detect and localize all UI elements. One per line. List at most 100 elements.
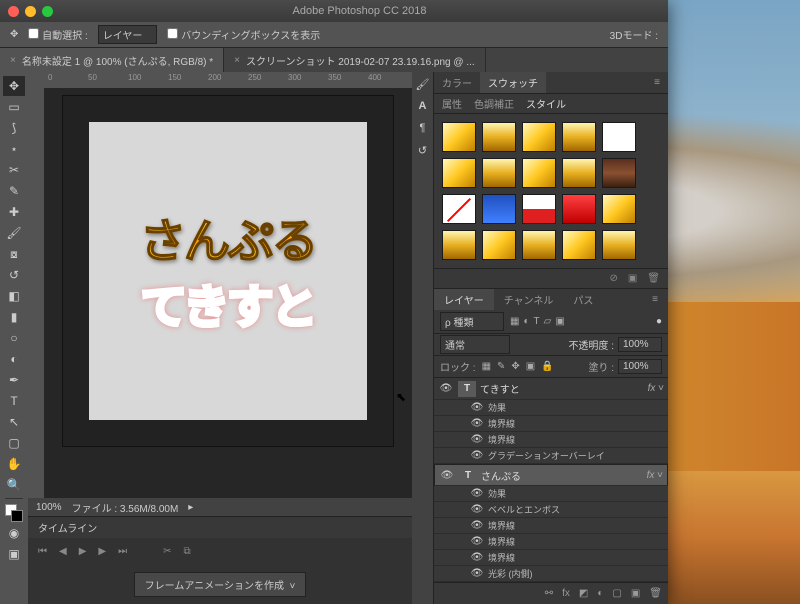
tab-paths[interactable]: パス: [563, 289, 603, 310]
visibility-icon[interactable]: 👁: [470, 552, 484, 563]
layer-effect-row[interactable]: 👁効果: [434, 400, 668, 416]
visibility-icon[interactable]: 👁: [470, 402, 484, 413]
heal-tool[interactable]: ✚: [3, 202, 25, 222]
close-tab-icon[interactable]: ×: [10, 55, 16, 66]
ruler-origin[interactable]: [28, 72, 44, 88]
opacity-input[interactable]: 100%: [618, 337, 662, 352]
visibility-icon[interactable]: 👁: [470, 450, 484, 461]
layer-filter-kind[interactable]: ρ 種類: [440, 312, 504, 331]
visibility-icon[interactable]: 👁: [439, 470, 455, 481]
type-layer-icon[interactable]: T: [458, 381, 476, 397]
style-swatch[interactable]: [562, 194, 596, 224]
lock-artboard-icon[interactable]: ▣: [526, 361, 535, 372]
tl-prev-icon[interactable]: ◀: [59, 546, 67, 557]
style-swatch[interactable]: [442, 230, 476, 260]
visibility-icon[interactable]: 👁: [438, 383, 454, 394]
visibility-icon[interactable]: 👁: [470, 536, 484, 547]
eraser-tool[interactable]: ◧: [3, 286, 25, 306]
para-panel-icon[interactable]: ¶: [415, 120, 431, 136]
blur-tool[interactable]: ○: [3, 328, 25, 348]
delete-style-icon[interactable]: 🗑: [647, 273, 660, 284]
crop-tool[interactable]: ✂: [3, 160, 25, 180]
tl-last-icon[interactable]: ⏭: [118, 546, 127, 557]
subtab-properties[interactable]: 属性: [442, 96, 462, 111]
move-tool[interactable]: ✥: [3, 76, 25, 96]
style-swatch[interactable]: [482, 158, 516, 188]
history-panel-icon[interactable]: ↺: [415, 142, 431, 158]
lock-pixels-icon[interactable]: ▦: [482, 361, 491, 372]
auto-select-toggle[interactable]: 自動選択 :: [28, 27, 87, 42]
close-icon[interactable]: [8, 6, 19, 17]
style-swatch[interactable]: [562, 230, 596, 260]
artboard[interactable]: さんぷる てきすと: [63, 96, 393, 446]
style-swatch[interactable]: [482, 122, 516, 152]
layer-row[interactable]: 👁 T てきすと fx ˅: [434, 378, 668, 400]
lock-position-icon[interactable]: ✥: [511, 361, 519, 372]
style-swatch[interactable]: [602, 230, 636, 260]
stamp-tool[interactable]: ⧇: [3, 244, 25, 264]
layer-effect-row[interactable]: 👁効果: [434, 486, 668, 502]
layer-name[interactable]: てきすと: [480, 381, 644, 396]
tab-swatch[interactable]: スウォッチ: [480, 72, 546, 93]
ruler-horizontal[interactable]: 050100150200250300350400: [44, 72, 412, 88]
lasso-tool[interactable]: ⟆: [3, 118, 25, 138]
layer-effect-row[interactable]: 👁境界線: [434, 432, 668, 448]
ruler-vertical[interactable]: [28, 88, 44, 498]
filter-shape-icon[interactable]: ▱: [544, 316, 552, 327]
hand-tool[interactable]: ✋: [3, 454, 25, 474]
tab-channels[interactable]: チャンネル: [494, 289, 564, 310]
layer-effect-row[interactable]: 👁グラデーションオーバーレイ: [434, 448, 668, 464]
delete-layer-icon[interactable]: 🗑: [649, 588, 662, 599]
fx-badge[interactable]: fx ˅: [648, 383, 664, 394]
style-swatch[interactable]: [602, 122, 636, 152]
adjustment-icon[interactable]: ◐: [597, 588, 603, 599]
zoom-tool[interactable]: 🔍: [3, 475, 25, 495]
char-panel-icon[interactable]: A: [415, 98, 431, 114]
filter-type-icon[interactable]: T: [534, 316, 540, 327]
visibility-icon[interactable]: 👁: [470, 434, 484, 445]
style-swatch[interactable]: [562, 122, 596, 152]
filter-smart-icon[interactable]: ▣: [555, 316, 564, 327]
group-icon[interactable]: ▢: [612, 588, 621, 599]
style-swatch[interactable]: [482, 230, 516, 260]
create-frame-anim-button[interactable]: フレームアニメーションを作成 ˅: [134, 572, 307, 597]
mask-icon[interactable]: ◩: [579, 588, 588, 599]
clear-style-icon[interactable]: ⊘: [609, 273, 617, 284]
tl-cut-icon[interactable]: ✂: [163, 546, 171, 557]
canvas-viewport[interactable]: さんぷる てきすと ⬉: [44, 88, 412, 498]
zoom-icon[interactable]: [42, 6, 53, 17]
link-layers-icon[interactable]: ⚯: [545, 588, 553, 599]
lock-brush-icon[interactable]: ✎: [497, 361, 505, 372]
style-swatch[interactable]: [442, 158, 476, 188]
visibility-icon[interactable]: 👁: [470, 488, 484, 499]
brush-tool[interactable]: 🖌: [3, 223, 25, 243]
auto-select-target[interactable]: レイヤー: [98, 25, 158, 44]
style-swatch[interactable]: [602, 194, 636, 224]
filter-adjust-icon[interactable]: ◐: [523, 316, 529, 327]
minimize-icon[interactable]: [25, 6, 36, 17]
type-tool[interactable]: T: [3, 391, 25, 411]
style-swatch[interactable]: [602, 158, 636, 188]
path-tool[interactable]: ↖: [3, 412, 25, 432]
layer-effect-row[interactable]: 👁境界線: [434, 518, 668, 534]
quick-mask-button[interactable]: ◉: [3, 523, 25, 543]
layer-name[interactable]: さんぷる: [481, 468, 643, 483]
bbox-toggle[interactable]: バウンディングボックスを表示: [167, 27, 320, 42]
file-size[interactable]: ファイル : 3.56M/8.00M: [72, 500, 179, 515]
tab-layers[interactable]: レイヤー: [434, 289, 494, 310]
visibility-icon[interactable]: 👁: [470, 568, 484, 579]
marquee-tool[interactable]: ▭: [3, 97, 25, 117]
tl-next-icon[interactable]: ▶: [98, 546, 106, 557]
style-swatch[interactable]: [562, 158, 596, 188]
dodge-tool[interactable]: ◐: [3, 349, 25, 369]
panel-menu-icon[interactable]: ≡: [642, 289, 668, 310]
style-swatch-none[interactable]: [442, 194, 476, 224]
layer-row[interactable]: 👁Tさんぷるfx ˅: [434, 464, 668, 486]
subtab-styles[interactable]: スタイル: [526, 96, 566, 111]
layer-effect-row[interactable]: 👁光彩 (内側): [434, 566, 668, 582]
type-layer-icon[interactable]: T: [459, 467, 477, 483]
style-swatch[interactable]: [442, 122, 476, 152]
style-swatch[interactable]: [522, 158, 556, 188]
shape-tool[interactable]: ▢: [3, 433, 25, 453]
zoom-level[interactable]: 100%: [36, 502, 62, 513]
